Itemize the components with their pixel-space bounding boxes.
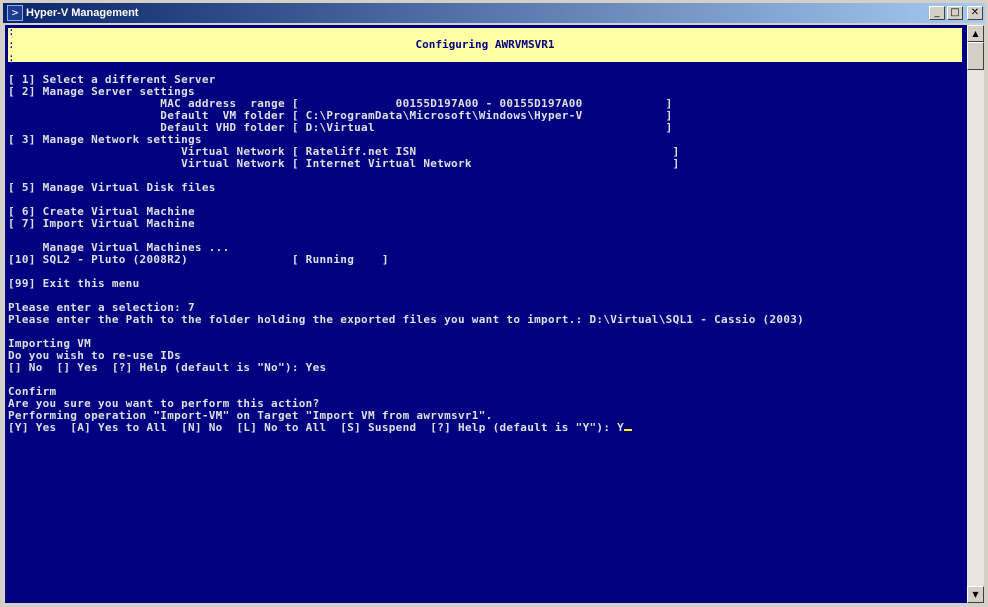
powershell-icon[interactable]: > [7,5,23,21]
config-banner: : :: Configuring AWRVMSVR1 [8,26,962,64]
scroll-thumb[interactable] [967,42,984,70]
console-line: [10] SQL2 - Pluto (2008R2) [ Running ] [8,253,389,266]
app-window: > Hyper-V Management _ □ ✕ ::: Configu… [0,0,988,607]
console-line: [Y] Yes [A] Yes to All [N] No [L] No to … [8,422,804,434]
vertical-scrollbar[interactable]: ▲ ▼ [967,25,984,603]
scroll-up-button[interactable]: ▲ [967,25,984,42]
console-output: [ 1] Select a different Server[ 2] Manag… [8,74,804,434]
console-line: [ 5] Manage Virtual Disk files [8,181,216,194]
title-bar[interactable]: > Hyper-V Management _ □ ✕ [3,3,985,23]
console-area[interactable]: : :: Configuring AWRVMSVR1 [1] Select … [5,25,967,603]
console-line: [ 7] Import Virtual Machine [8,217,195,230]
banner-border-top: : [8,26,942,38]
banner-border-bottom: : [8,52,942,64]
close-button[interactable]: ✕ [967,6,983,20]
window-title: Hyper-V Management [26,7,139,19]
console-line: Please enter the Path to the folder hold… [8,313,805,326]
window-controls: _ □ ✕ [929,6,983,20]
text-cursor [624,429,633,431]
console-line: Virtual Network [ Internet Virtual Netwo… [8,157,680,170]
maximize-button[interactable]: □ [947,6,963,20]
scroll-down-button[interactable]: ▼ [967,586,984,603]
minimize-button[interactable]: _ [929,6,945,20]
console-line: [99] Exit this menu [8,277,140,290]
banner-title: Configuring AWRVMSVR1 [385,39,585,51]
console-line: [] No [] Yes [?] Help (default is "No"):… [8,361,327,374]
